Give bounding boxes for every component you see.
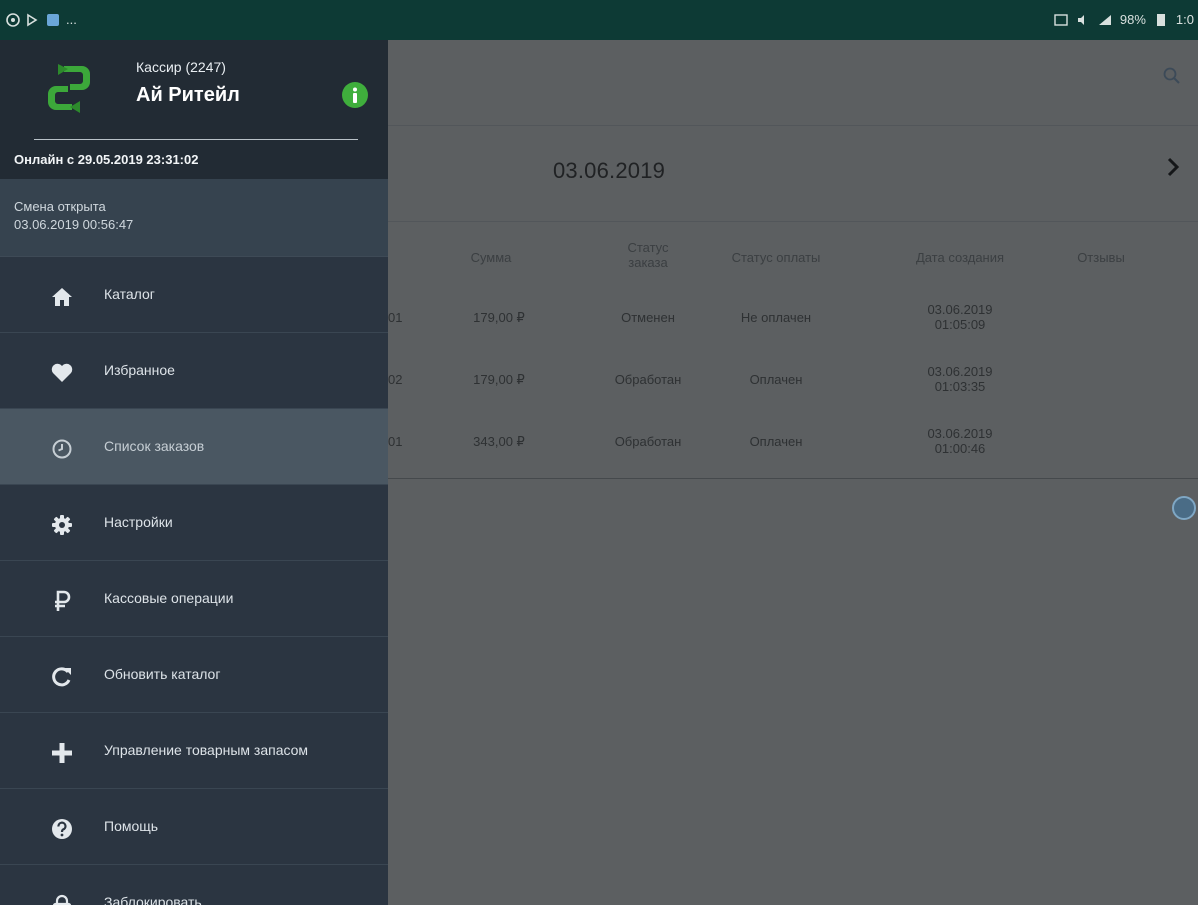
- screenshot-icon: [1054, 13, 1068, 26]
- status-bar: ... 98% 1:0: [0, 0, 1198, 40]
- info-icon[interactable]: [342, 82, 368, 108]
- menu-item-settings[interactable]: Настройки: [0, 485, 388, 561]
- header-payment-status: Статус оплаты: [731, 250, 821, 265]
- next-date-icon[interactable]: [1166, 156, 1180, 178]
- lock-icon: [50, 893, 74, 905]
- plus-icon: [50, 741, 74, 765]
- wifi-signal-icon: [1098, 14, 1111, 25]
- menu-item-catalog[interactable]: Каталог: [0, 257, 388, 333]
- clock-icon: [50, 437, 74, 461]
- current-date: 03.06.2019: [553, 158, 666, 183]
- menu-item-label: Избранное: [104, 362, 175, 378]
- navigation-drawer: Кассир (2247) Ай Ритейл Онлайн с 29.05.2…: [0, 40, 388, 905]
- app-notification-icon: [47, 13, 59, 26]
- online-status: Онлайн с 29.05.2019 23:31:02: [14, 152, 199, 167]
- heart-icon: [50, 361, 74, 385]
- shift-status: Смена открыта 03.06.2019 00:56:47: [0, 179, 388, 257]
- header-sum: Сумма: [470, 250, 512, 265]
- order-status: Обработан: [614, 434, 682, 449]
- payment-status: Оплачен: [749, 434, 803, 449]
- clock-time: 1:0: [1175, 12, 1194, 27]
- main-content: 03.06.2019 Сумма Статус заказа Статус оп…: [388, 40, 1198, 905]
- menu-item-label: Каталог: [104, 286, 155, 302]
- table-row[interactable]: 01 179,00 ₽ Отменен Не оплачен 03.06.201…: [388, 292, 1198, 354]
- menu-item-cash-operations[interactable]: Кассовые операции: [0, 561, 388, 637]
- order-sum: 179,00 ₽: [473, 372, 525, 387]
- refresh-icon: [50, 665, 74, 689]
- help-icon: [50, 817, 74, 841]
- menu-item-inventory[interactable]: Управление товарным запасом: [0, 713, 388, 789]
- app-logo: [48, 64, 90, 113]
- main-toolbar: [388, 40, 1198, 126]
- menu-item-refresh-catalog[interactable]: Обновить каталог: [0, 637, 388, 713]
- header-order-status: Статус заказа: [627, 240, 669, 270]
- user-role: Кассир (2247): [136, 59, 226, 75]
- menu-item-label: Кассовые операции: [104, 590, 234, 606]
- menu-item-label: Список заказов: [104, 438, 205, 454]
- menu-item-label: Заблокировать: [104, 894, 202, 905]
- status-bar-more: ...: [66, 12, 77, 27]
- date-bar: 03.06.2019: [388, 126, 1198, 222]
- company-name: Ай Ритейл: [136, 84, 240, 106]
- created-date: 03.06.2019 01:00:46: [927, 426, 993, 456]
- menu-item-help[interactable]: Помощь: [0, 789, 388, 865]
- header-created-date: Дата создания: [915, 250, 1005, 265]
- order-status: Отменен: [621, 310, 675, 325]
- home-icon: [50, 285, 74, 309]
- status-bar-right: 98% 1:0: [1054, 12, 1194, 27]
- order-sum: 179,00 ₽: [473, 310, 525, 325]
- status-bar-left: ...: [6, 12, 77, 27]
- media-notification-icon: [27, 13, 38, 26]
- order-id: 01: [388, 434, 403, 449]
- battery-percent: 98%: [1119, 12, 1146, 27]
- payment-status: Не оплачен: [740, 310, 812, 325]
- mute-icon: [1077, 14, 1084, 25]
- order-sum: 343,00 ₽: [473, 434, 525, 449]
- menu-item-lock[interactable]: Заблокировать: [0, 865, 388, 905]
- header-reviews: Отзывы: [1077, 250, 1125, 265]
- menu-item-label: Настройки: [104, 514, 173, 530]
- drawer-header: Кассир (2247) Ай Ритейл Онлайн с 29.05.2…: [0, 40, 388, 179]
- created-date: 03.06.2019 01:03:35: [927, 364, 993, 394]
- menu-item-label: Обновить каталог: [104, 666, 221, 682]
- chat-notification-icon: [6, 12, 20, 27]
- menu-item-label: Помощь: [104, 818, 159, 834]
- table-row[interactable]: 01 343,00 ₽ Обработан Оплачен 03.06.2019…: [388, 416, 1198, 478]
- order-id: 02: [388, 372, 403, 387]
- shift-time: 03.06.2019 00:56:47: [14, 217, 134, 232]
- table-header: Сумма Статус заказа Статус оплаты Дата с…: [388, 222, 1198, 292]
- search-icon[interactable]: [1162, 66, 1182, 86]
- menu-item-orders[interactable]: Список заказов: [0, 409, 388, 485]
- created-date: 03.06.2019 01:05:09: [927, 302, 993, 332]
- order-id: 01: [388, 310, 403, 325]
- shift-label: Смена открыта: [14, 199, 106, 214]
- ruble-icon: [50, 589, 74, 613]
- orders-table: Сумма Статус заказа Статус оплаты Дата с…: [388, 222, 1198, 479]
- menu-item-favorites[interactable]: Избранное: [0, 333, 388, 409]
- gear-icon: [50, 513, 74, 537]
- battery-icon: [1156, 13, 1165, 26]
- menu-item-label: Управление товарным запасом: [104, 742, 309, 758]
- payment-status: Оплачен: [749, 372, 803, 387]
- header-divider: [34, 139, 358, 140]
- order-status: Обработан: [614, 372, 682, 387]
- table-row[interactable]: 02 179,00 ₽ Обработан Оплачен 03.06.2019…: [388, 354, 1198, 416]
- floating-action-button[interactable]: [1172, 496, 1196, 520]
- table-divider: [388, 478, 1198, 479]
